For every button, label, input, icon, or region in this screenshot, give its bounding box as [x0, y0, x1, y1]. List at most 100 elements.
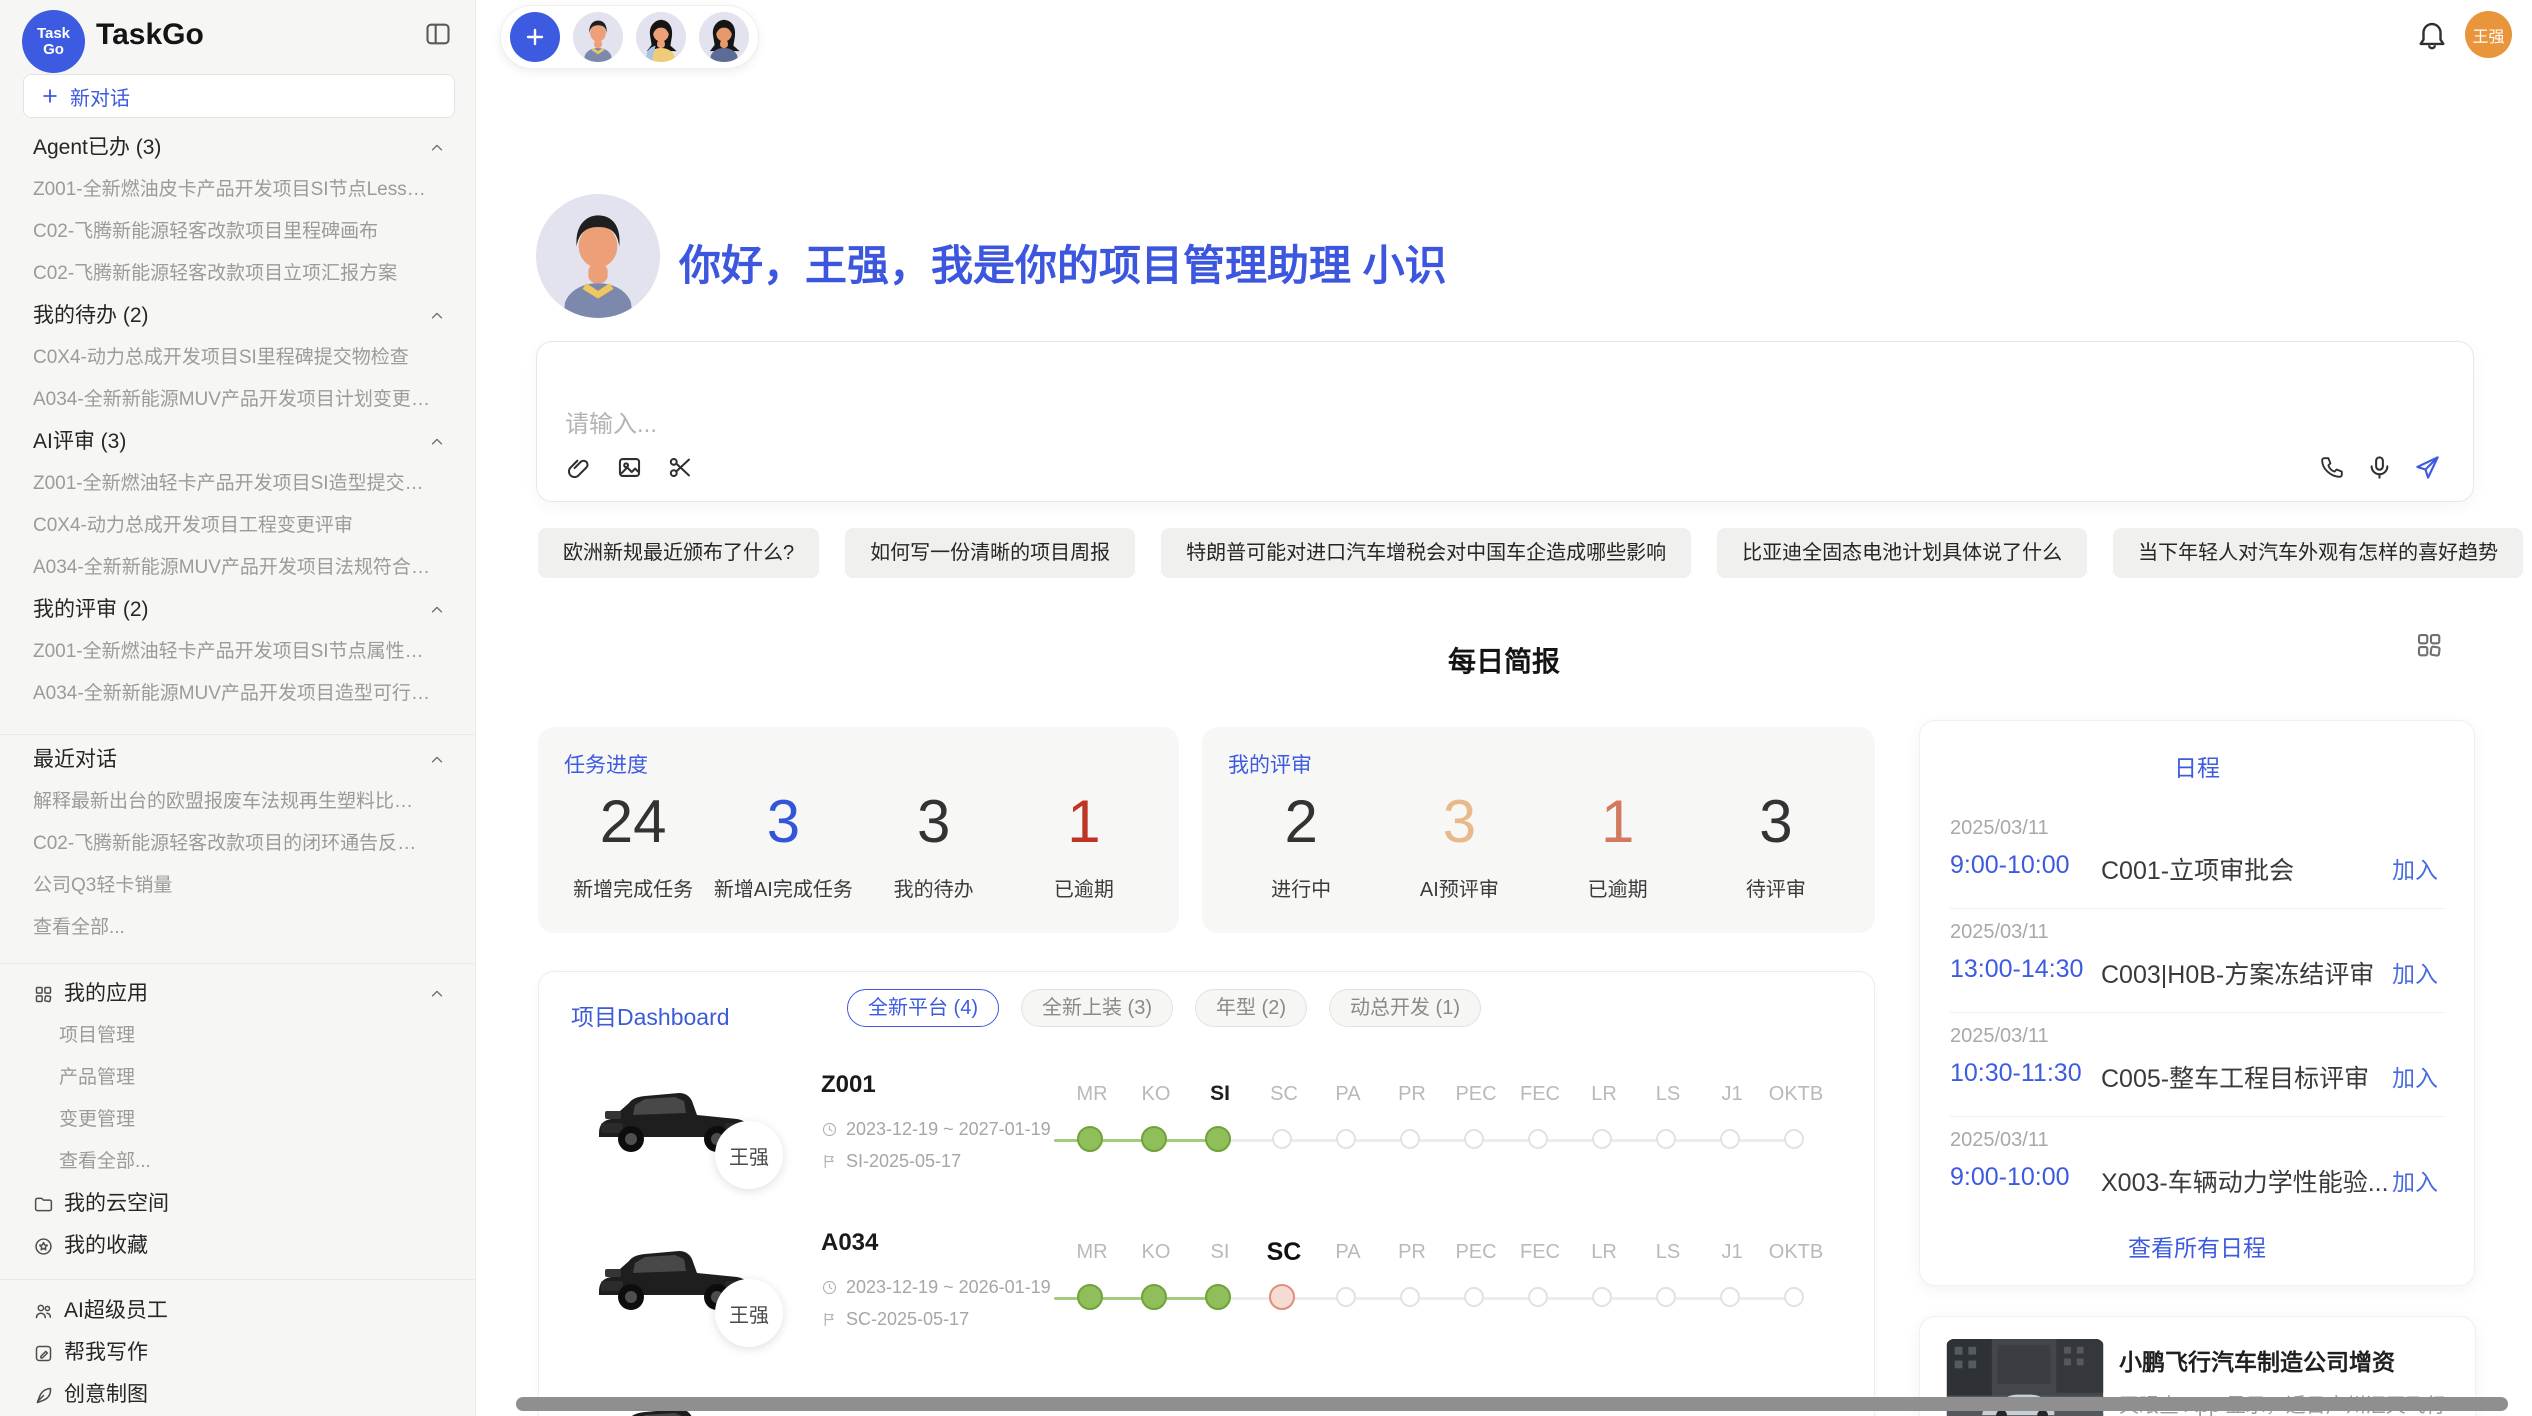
view-all-schedule-link[interactable]: 查看所有日程 — [1920, 1229, 2474, 1263]
sidebar-item[interactable]: C0X4-动力总成开发项目SI里程碑提交物检查 — [0, 337, 476, 379]
suggestion-chip[interactable]: 当下年轻人对汽车外观有怎样的喜好趋势 — [2113, 528, 2523, 578]
briefing-layout-icon[interactable] — [2414, 630, 2444, 660]
send-icon[interactable] — [2414, 454, 2441, 481]
milestone-dot — [1272, 1129, 1292, 1149]
project-row[interactable]: 王强A0342023-12-19 ~ 2026-01-19SC-2025-05-… — [539, 1225, 1875, 1355]
phone-icon[interactable] — [2318, 454, 2345, 481]
stat-value: 3 — [708, 785, 858, 859]
milestone-label: PA — [1316, 1079, 1380, 1109]
app-item[interactable]: 查看全部... — [0, 1141, 476, 1183]
chevron-up-icon — [428, 601, 446, 619]
sidebar-item[interactable]: Z001-全新燃油轻卡产品开发项目SI造型提交物评审 — [0, 463, 476, 505]
suggestion-chip[interactable]: 如何写一份清晰的项目周报 — [845, 528, 1135, 578]
project-dates: 2023-12-19 ~ 2026-01-19 — [846, 1277, 1051, 1298]
daily-briefing-title: 每日简报 — [476, 640, 2532, 680]
people-icon — [33, 1301, 54, 1322]
sidebar-tool-2[interactable]: 创意制图 — [0, 1374, 476, 1416]
sidebar-section-header[interactable]: AI评审 (3) — [0, 421, 476, 463]
suggestion-chip[interactable]: 特朗普可能对进口汽车增税会对中国车企造成哪些影响 — [1161, 528, 1691, 578]
horizontal-scrollbar[interactable] — [516, 1397, 2508, 1411]
project-row[interactable]: 王强Z0012023-12-19 ~ 2027-01-19SI-2025-05-… — [539, 1067, 1875, 1197]
app-item[interactable]: 产品管理 — [0, 1057, 476, 1099]
sidebar-item[interactable]: C02-飞腾新能源轻客改款项目立项汇报方案 — [0, 253, 476, 295]
scissors-icon[interactable] — [667, 454, 694, 481]
sidebar-section-header[interactable]: 我的待办 (2) — [0, 295, 476, 337]
sidebar-item[interactable]: Z001-全新燃油皮卡产品开发项目SI节点Lesson Learn报告 — [0, 169, 476, 211]
milestone-dot — [1464, 1129, 1484, 1149]
section-label: Agent已办 (3) — [33, 136, 161, 159]
milestone-dot — [1720, 1129, 1740, 1149]
join-meeting-link[interactable]: 加入 — [2392, 1163, 2438, 1197]
stat-label: 已逾期 — [1539, 873, 1697, 902]
sidebar-tool-1[interactable]: 帮我写作 — [0, 1332, 476, 1374]
sidebar-collapse-icon[interactable] — [424, 20, 452, 48]
image-upload-icon[interactable] — [616, 454, 643, 481]
flag-icon — [821, 1153, 838, 1170]
user-avatar[interactable]: 王强 — [2465, 11, 2512, 58]
sidebar-item[interactable]: C0X4-动力总成开发项目工程变更评审 — [0, 505, 476, 547]
dashboard-tab[interactable]: 全新平台 (4) — [847, 989, 999, 1027]
suggestion-chip[interactable]: 欧洲新规最近颁布了什么? — [538, 528, 819, 578]
suggestion-chip[interactable]: 比亚迪全固态电池计划具体说了什么 — [1717, 528, 2087, 578]
stat-item: 3我的待办 — [859, 785, 1009, 902]
schedule-event-title: C003|H0B-方案冻结评审 — [2101, 955, 2374, 991]
dashboard-tab[interactable]: 年型 (2) — [1195, 989, 1307, 1027]
chevron-up-icon — [428, 751, 446, 769]
sidebar-item[interactable]: C02-飞腾新能源轻客改款项目里程碑画布 — [0, 211, 476, 253]
chat-input[interactable] — [565, 404, 2265, 450]
app-item[interactable]: 变更管理 — [0, 1099, 476, 1141]
tool-label: 创意制图 — [64, 1374, 148, 1416]
new-chat-button[interactable]: 新对话 — [23, 74, 455, 118]
agent-avatar[interactable] — [573, 12, 623, 62]
recent-chat-item[interactable]: 查看全部... — [0, 907, 476, 949]
milestone-dot — [1077, 1126, 1103, 1152]
milestone-dot — [1141, 1126, 1167, 1152]
milestone-label: OKTB — [1764, 1237, 1828, 1267]
project-dashboard-card: 项目Dashboard 全新平台 (4)全新上装 (3)年型 (2)动总开发 (… — [538, 971, 1875, 1416]
milestone-label: MR — [1060, 1079, 1124, 1109]
sidebar-item[interactable]: A034-全新新能源MUV产品开发项目计划变更表编写 — [0, 379, 476, 421]
microphone-icon[interactable] — [2366, 454, 2393, 481]
greeting-text: 你好，王强，我是你的项目管理助理 小识 — [679, 232, 1447, 293]
sidebar-link-1[interactable]: 我的收藏 — [0, 1225, 476, 1267]
milestone-label: PR — [1380, 1079, 1444, 1109]
recent-chat-item[interactable]: C02-飞腾新能源轻客改款项目的闭环通告反馈情况 — [0, 823, 476, 865]
schedule-date: 2025/03/11 — [1950, 1129, 2049, 1152]
dashboard-tab[interactable]: 全新上装 (3) — [1021, 989, 1173, 1027]
app-item[interactable]: 项目管理 — [0, 1015, 476, 1057]
app-logo: Task Go — [22, 10, 85, 73]
sidebar-section-header[interactable]: 我的评审 (2) — [0, 589, 476, 631]
join-meeting-link[interactable]: 加入 — [2392, 955, 2438, 989]
section-label: AI评审 (3) — [33, 430, 126, 453]
milestone-dot — [1528, 1287, 1548, 1307]
sidebar-link-0[interactable]: 我的云空间 — [0, 1183, 476, 1225]
app-title: TaskGo — [96, 18, 204, 52]
sidebar-item[interactable]: Z001-全新燃油轻卡产品开发项目SI节点属性5D文件评审 — [0, 631, 476, 673]
schedule-card: 日程 2025/03/119:00-10:00C001-立项审批会加入2025/… — [1919, 720, 2475, 1286]
agent-avatar[interactable] — [699, 12, 749, 62]
recent-chat-item[interactable]: 公司Q3轻卡销量 — [0, 865, 476, 907]
sidebar-item[interactable]: A034-全新新能源MUV产品开发项目法规符合性评审 — [0, 547, 476, 589]
milestone-label: LS — [1636, 1237, 1700, 1267]
my-apps-header[interactable]: 我的应用 — [0, 973, 476, 1015]
sidebar-item[interactable]: A034-全新新能源MUV产品开发项目造型可行性评审 — [0, 673, 476, 715]
notification-bell-icon[interactable] — [2415, 17, 2449, 51]
sidebar-tool-0[interactable]: AI超级员工 — [0, 1290, 476, 1332]
recent-chat-item[interactable]: 解释最新出台的欧盟报废车法规再生塑料比例被调至15%... — [0, 781, 476, 823]
join-meeting-link[interactable]: 加入 — [2392, 1059, 2438, 1093]
attachment-icon[interactable] — [565, 454, 592, 481]
project-name: Z001 — [821, 1071, 876, 1099]
add-agent-button[interactable] — [510, 12, 560, 62]
stat-item: 2进行中 — [1222, 785, 1380, 902]
agent-avatar[interactable] — [636, 12, 686, 62]
recent-chats-header[interactable]: 最近对话 — [0, 739, 476, 781]
doc-pen-icon — [33, 1343, 54, 1364]
sidebar-section-header[interactable]: Agent已办 (3) — [0, 127, 476, 169]
milestone-dot — [1592, 1129, 1612, 1149]
dashboard-tab[interactable]: 动总开发 (1) — [1329, 989, 1481, 1027]
project-flag-milestone: SI-2025-05-17 — [846, 1151, 961, 1172]
milestone-dot — [1336, 1129, 1356, 1149]
project-dates: 2023-12-19 ~ 2027-01-19 — [846, 1119, 1051, 1140]
milestone-dot — [1656, 1287, 1676, 1307]
join-meeting-link[interactable]: 加入 — [2392, 851, 2438, 885]
